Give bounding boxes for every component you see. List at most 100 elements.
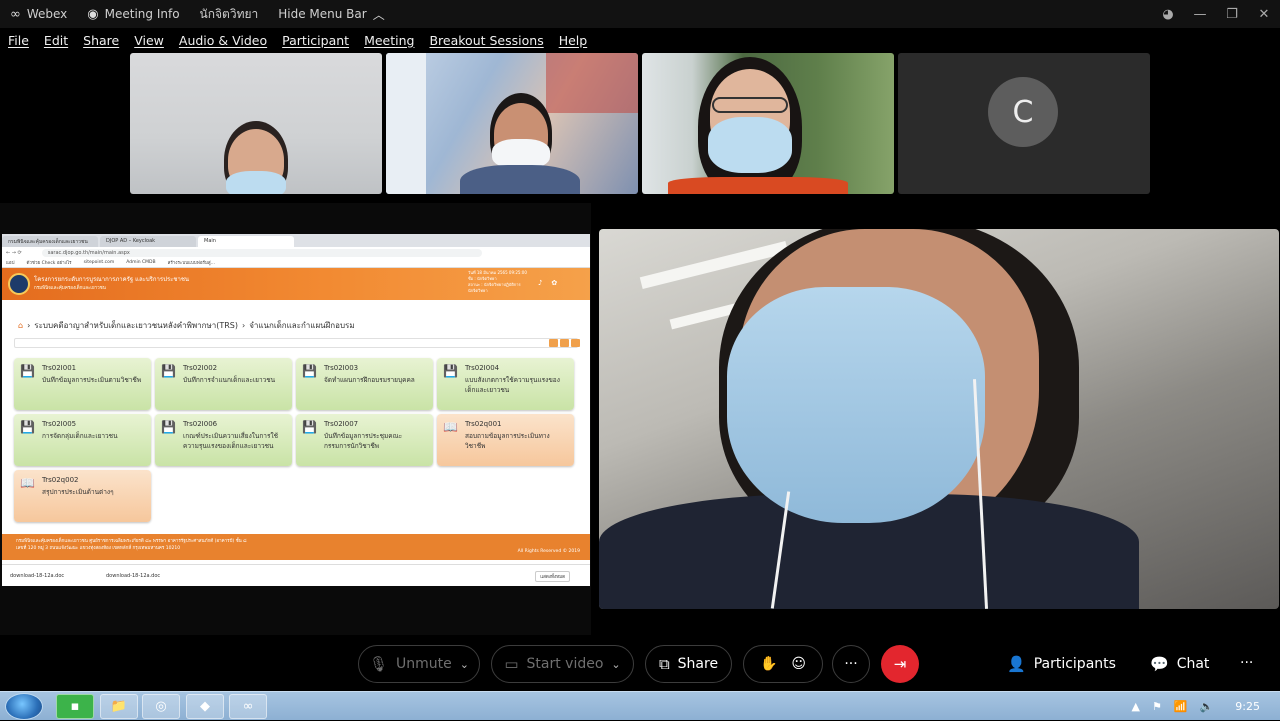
view-list-icon[interactable] [549, 339, 558, 347]
address-bar[interactable]: sarac.djop.go.th/main/main.aspx [41, 248, 482, 257]
save-disk-icon: 💾 [20, 364, 35, 378]
show-all-downloads-button[interactable]: แสดงทั้งหมด [535, 571, 570, 582]
share-button[interactable]: ⧉ Share [645, 645, 732, 683]
menu-card[interactable]: 💾 Trs02I006 เกณฑ์ประเมินความเสี่ยงในการใ… [155, 414, 292, 466]
menu-audio-video[interactable]: Audio & Video [179, 33, 267, 48]
file-explorer-icon[interactable]: 📁 [100, 694, 138, 719]
nav-arrows-icon[interactable]: ← → ⟳ [6, 250, 22, 256]
save-disk-icon: 💾 [20, 420, 35, 434]
participants-icon: 👤 [1007, 655, 1026, 673]
start-button[interactable] [5, 693, 43, 720]
start-video-button[interactable]: ▭ Start video ⌄ [491, 645, 634, 683]
chrome-icon[interactable]: ◎ [142, 694, 180, 719]
stats-icon[interactable]: ◕ [1152, 7, 1184, 22]
chat-icon: 💬 [1150, 655, 1169, 673]
report-book-icon: 📖 [443, 420, 458, 434]
menu-card[interactable]: 💾 Trs02I007 บันทึกข้อมูลการประชุมคณะกรรม… [296, 414, 433, 466]
menu-share[interactable]: Share [83, 33, 119, 48]
menu-help[interactable]: Help [559, 33, 588, 48]
save-disk-icon: 💾 [161, 364, 176, 378]
breadcrumb-item[interactable]: ระบบคดีอาญาสำหรับเด็กและเยาวชนหลังคำพิพา… [34, 319, 238, 332]
browser-tab[interactable]: DJOP AD – Keycloak [100, 236, 196, 247]
clock[interactable]: 9:25 [1235, 700, 1260, 713]
raise-hand-icon[interactable]: ✋ [760, 656, 777, 672]
leave-meeting-button[interactable]: ⇥ [881, 645, 919, 683]
view-card-icon[interactable] [560, 339, 569, 347]
chevron-up-icon: ︿ [372, 7, 385, 22]
save-disk-icon: 💾 [161, 420, 176, 434]
shared-browser-window[interactable]: กรมพินิจและคุ้มครองเด็กและเยาวชน DJOP AD… [2, 234, 590, 586]
participant-tile-avatar[interactable]: C [898, 53, 1150, 194]
menu-card[interactable]: 📖 Trs02q002 สรุปการประเมินด้านต่างๆ [14, 470, 151, 522]
download-item[interactable]: download-18-12a.doc [106, 573, 194, 579]
menu-edit[interactable]: Edit [44, 33, 68, 48]
action-center-icon[interactable]: ⚑ [1152, 700, 1162, 713]
close-icon[interactable]: ✕ [1248, 7, 1280, 22]
hide-menu-bar-button[interactable]: Hide Menu Bar ︿ [278, 6, 384, 23]
view-grid-icon[interactable] [571, 339, 580, 347]
chevron-down-icon[interactable]: ⌄ [460, 658, 469, 671]
menu-card[interactable]: 💾 Trs02I003 จัดทำแผนการฝึกอบรมรายบุคคล [296, 358, 433, 410]
network-icon[interactable]: 📶 [1174, 700, 1188, 713]
chat-button[interactable]: 💬 Chat [1150, 655, 1209, 673]
face-mask [727, 287, 985, 523]
more-icon: ··· [1240, 655, 1254, 671]
maximize-icon[interactable]: ❐ [1216, 7, 1248, 22]
webex-taskbar-icon[interactable]: ∞ [229, 694, 267, 719]
volume-icon[interactable]: 🔈 [1200, 700, 1214, 713]
tray-expand-icon[interactable]: ▲ [1132, 700, 1140, 713]
menu-file[interactable]: File [8, 33, 29, 48]
report-book-icon: 📖 [20, 476, 35, 490]
glasses [712, 97, 788, 113]
face-mask [708, 117, 792, 173]
menu-bar: File Edit Share View Audio & Video Parti… [0, 28, 1280, 52]
breadcrumb: ⌂ › ระบบคดีอาญาสำหรับเด็กและเยาวชนหลังคำ… [18, 319, 355, 332]
menu-card[interactable]: 📖 Trs02q001 สอบถามข้อมูลการประเมินทางวิช… [437, 414, 574, 466]
save-disk-icon: 💾 [302, 420, 317, 434]
menu-card[interactable]: 💾 Trs02I005 การจัดกลุ่มเด็กและเยาวชน [14, 414, 151, 466]
line-app-icon[interactable]: ▪ [56, 694, 94, 719]
participants-button[interactable]: 👤 Participants [1007, 655, 1116, 673]
settings-icon[interactable]: ✿ [551, 279, 557, 287]
browser-address-row: ← → ⟳ sarac.djop.go.th/main/main.aspx [2, 247, 590, 258]
app-name: ∞ Webex [10, 6, 68, 22]
active-speaker-video[interactable] [599, 229, 1279, 609]
browser-tab-active[interactable]: Main [198, 236, 294, 247]
menu-card[interactable]: 💾 Trs02I004 แบบสังเกตการใช้ความรุนแรงของ… [437, 358, 574, 410]
share-screen-icon: ⧉ [658, 655, 670, 673]
minimize-icon[interactable]: — [1184, 7, 1216, 22]
bookmarks-bar: แอป ตัวช่วย Check อย่างไร sitepoint.com … [2, 258, 590, 268]
bell-icon[interactable]: ♪ [538, 279, 542, 287]
browser-tab[interactable]: กรมพินิจและคุ้มครองเด็กและเยาวชน [2, 236, 98, 247]
avatar: C [988, 77, 1058, 147]
emoji-reactions-icon[interactable]: ☺ [791, 656, 806, 672]
more-panels-button[interactable]: ··· [1240, 655, 1253, 671]
menu-participant[interactable]: Participant [282, 33, 349, 48]
chevron-down-icon[interactable]: ⌄ [611, 658, 620, 671]
bookmark[interactable]: ตัวช่วย Check อย่างไร [26, 259, 71, 266]
home-icon[interactable]: ⌂ [18, 321, 23, 330]
bookmark[interactable]: sitepoint.com [84, 260, 115, 265]
participant-video-1[interactable] [130, 53, 382, 194]
bookmark[interactable]: Admin CMDB [126, 260, 155, 265]
menu-breakout-sessions[interactable]: Breakout Sessions [429, 33, 543, 48]
anydesk-icon[interactable]: ◆ [186, 694, 224, 719]
participant-video-3[interactable] [642, 53, 894, 194]
menu-card[interactable]: 💾 Trs02I002 บันทึกการจำแนกเด็กและเยาวชน [155, 358, 292, 410]
more-options-button[interactable]: ··· [832, 645, 870, 683]
participant-video-2[interactable] [386, 53, 638, 194]
download-item[interactable]: download-18-12a.doc [10, 573, 98, 579]
webex-logo-icon: ∞ [10, 6, 21, 22]
bookmark[interactable]: สร้างระบบแบบฟอร์มสู่... [168, 259, 215, 266]
site-logo-icon [8, 273, 30, 295]
menu-meeting[interactable]: Meeting [364, 33, 414, 48]
menu-view[interactable]: View [134, 33, 164, 48]
menu-card[interactable]: 💾 Trs02I001 บันทึกข้อมูลการประเมินตามวิช… [14, 358, 151, 410]
site-user-info: วันที่ 18 มีนาคม 2565 09:25:00 ชื่อ : นั… [468, 270, 527, 293]
browser-tabs: กรมพินิจและคุ้มครองเด็กและเยาวชน DJOP AD… [2, 234, 590, 247]
bookmark[interactable]: แอป [6, 259, 14, 266]
camera-off-icon: ▭ [504, 655, 519, 673]
meeting-info-button[interactable]: ◉ Meeting Info [87, 7, 179, 22]
site-header-icons[interactable]: ♪ ✿ [538, 279, 557, 287]
unmute-button[interactable]: 🎙 Unmute ⌄ [358, 645, 480, 683]
